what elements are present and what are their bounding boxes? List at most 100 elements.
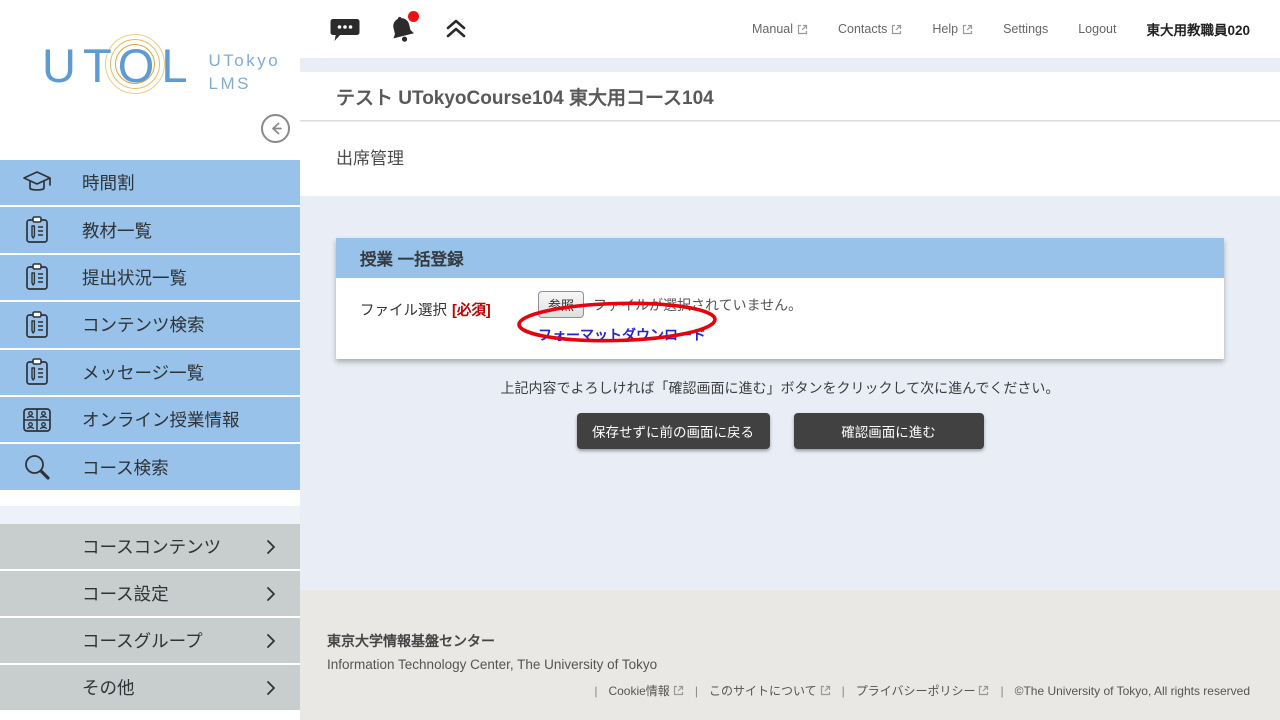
sidebar: UTOL UTokyo LMS 時間割 教材一覧 提出状況一覧 <box>0 0 300 720</box>
settings-link-label: Settings <box>1003 22 1048 36</box>
materials-list-icon <box>19 215 55 245</box>
utol-logo[interactable]: UTOL UTokyo LMS <box>42 42 280 96</box>
logo-subtitle: UTokyo LMS <box>209 50 281 96</box>
sidebar-item-course-search[interactable]: コース検索 <box>0 444 300 491</box>
sidebar-item-others[interactable]: その他 <box>0 665 300 712</box>
external-link-icon <box>962 24 973 35</box>
external-link-icon <box>978 685 989 696</box>
chevron-right-icon <box>266 586 276 602</box>
footer-separator: | <box>1000 684 1003 698</box>
contacts-link-label: Contacts <box>838 22 887 36</box>
sidebar-item-content-search[interactable]: コンテンツ検索 <box>0 302 300 349</box>
logo-text: UTOL <box>42 42 195 89</box>
chevron-right-icon <box>266 539 276 555</box>
file-select-label: ファイル選択 [必須] <box>360 291 538 345</box>
topbar: Manual Contacts Help Settings Logout 東大用… <box>300 0 1280 58</box>
copyright-text: ©The University of Tokyo, All rights res… <box>1015 684 1250 698</box>
sidebar-item-messages[interactable]: メッセージ一覧 <box>0 350 300 397</box>
logout-link[interactable]: Logout <box>1078 22 1116 36</box>
sidebar-item-timetable[interactable]: 時間割 <box>0 160 300 207</box>
sidebar-item-label: コース検索 <box>82 455 169 480</box>
file-select-label-text: ファイル選択 <box>360 303 447 319</box>
sidebar-item-label: 提出状況一覧 <box>82 265 187 290</box>
chevron-right-icon <box>266 633 276 649</box>
sidebar-section-divider <box>0 506 300 524</box>
arrow-left-icon <box>268 121 283 136</box>
course-search-icon <box>19 452 55 482</box>
logo-subtitle-line1: UTokyo <box>209 51 281 70</box>
graduation-cap-icon <box>19 169 55 197</box>
contacts-link[interactable]: Contacts <box>838 22 902 36</box>
back-without-saving-button[interactable]: 保存せずに前の画面に戻る <box>577 413 770 449</box>
no-file-selected-text: ファイルが選択されていません。 <box>593 295 802 315</box>
external-link-icon <box>820 685 831 696</box>
about-site-link[interactable]: このサイトについて <box>709 682 831 699</box>
sidebar-item-course-contents[interactable]: コースコンテンツ <box>0 524 300 571</box>
collapse-topbar-button[interactable] <box>444 18 468 40</box>
section-title-bar: 出席管理 <box>300 122 1280 196</box>
proceed-to-confirm-button[interactable]: 確認画面に進む <box>794 413 984 449</box>
course-title-bar: テスト UTokyoCourse104 東大用コース104 <box>300 72 1280 121</box>
help-link-label: Help <box>932 22 958 36</box>
footer: 東京大学情報基盤センター Information Technology Cent… <box>300 590 1280 720</box>
course-title: テスト UTokyoCourse104 東大用コース104 <box>336 83 714 110</box>
footer-separator: | <box>842 684 845 698</box>
sidebar-item-online-class[interactable]: オンライン授業情報 <box>0 397 300 444</box>
format-download-link[interactable]: フォーマットダウンロード <box>538 325 706 345</box>
sidebar-course-menu: コースコンテンツ コース設定 コースグループ その他 <box>0 524 300 712</box>
sidebar-item-label: コース設定 <box>82 581 266 606</box>
sidebar-item-label: コースグループ <box>82 628 266 653</box>
sidebar-item-label: 時間割 <box>82 170 135 195</box>
submission-status-icon <box>19 262 55 292</box>
content-search-icon <box>19 310 55 340</box>
sidebar-item-submission-status[interactable]: 提出状況一覧 <box>0 255 300 302</box>
bulk-registration-panel: 授業 一括登録 ファイル選択 [必須] 参照 ファイルが選択されていません。 フォ… <box>336 238 1224 359</box>
sidebar-item-label: コースコンテンツ <box>82 534 266 559</box>
privacy-policy-link-label: プライバシーポリシー <box>856 682 976 699</box>
sidebar-item-label: オンライン授業情報 <box>82 407 240 432</box>
file-input-zone: 参照 ファイルが選択されていません。 フォーマットダウンロード <box>538 291 802 345</box>
page-title: 出席管理 <box>336 149 404 168</box>
required-badge: [必須] <box>452 303 491 319</box>
external-link-icon <box>673 685 684 696</box>
sidebar-item-course-settings[interactable]: コース設定 <box>0 571 300 618</box>
chat-bubble-icon <box>330 16 360 43</box>
footer-separator: | <box>594 684 597 698</box>
footer-org-en: Information Technology Center, The Unive… <box>327 657 1250 672</box>
notifications-button[interactable] <box>386 14 418 44</box>
sidebar-item-label: メッセージ一覧 <box>82 360 204 385</box>
panel-header: 授業 一括登録 <box>336 238 1224 278</box>
settings-link[interactable]: Settings <box>1003 22 1048 36</box>
cookie-info-link[interactable]: Cookie情報 <box>608 682 683 699</box>
external-link-icon <box>797 24 808 35</box>
manual-link[interactable]: Manual <box>752 22 808 36</box>
about-site-link-label: このサイトについて <box>709 682 817 699</box>
manual-link-label: Manual <box>752 22 793 36</box>
online-class-icon <box>19 406 55 434</box>
help-link[interactable]: Help <box>932 22 973 36</box>
external-link-icon <box>891 24 902 35</box>
sidebar-collapse-button[interactable] <box>261 114 290 143</box>
footer-org-ja: 東京大学情報基盤センター <box>327 631 1250 651</box>
sidebar-item-label: その他 <box>82 675 266 700</box>
confirm-instruction-text: 上記内容でよろしければ「確認画面に進む」ボタンをクリックして次に進んでください。 <box>336 378 1224 398</box>
action-buttons-row: 保存せずに前の画面に戻る 確認画面に進む <box>336 413 1224 449</box>
browse-file-button[interactable]: 参照 <box>538 291 584 318</box>
logout-link-label: Logout <box>1078 22 1116 36</box>
footer-separator: | <box>695 684 698 698</box>
sidebar-item-materials[interactable]: 教材一覧 <box>0 207 300 254</box>
sidebar-main-menu: 時間割 教材一覧 提出状況一覧 コンテンツ検索 メッセージ一覧 <box>0 160 300 492</box>
double-chevron-up-icon <box>444 18 468 40</box>
footer-links-row: | Cookie情報 | このサイトについて | プライバシーポリシー | ©T… <box>327 682 1250 699</box>
logo-subtitle-line2: LMS <box>209 74 251 93</box>
messages-button[interactable] <box>330 16 360 43</box>
privacy-policy-link[interactable]: プライバシーポリシー <box>856 682 990 699</box>
panel-header-title: 授業 一括登録 <box>360 246 464 270</box>
sidebar-item-label: 教材一覧 <box>82 218 152 243</box>
notification-dot <box>408 11 419 22</box>
current-user-label[interactable]: 東大用教職員020 <box>1146 19 1250 39</box>
sidebar-item-course-group[interactable]: コースグループ <box>0 618 300 665</box>
cookie-info-link-label: Cookie情報 <box>608 682 669 699</box>
panel-body: ファイル選択 [必須] 参照 ファイルが選択されていません。 フォーマットダウンロ… <box>336 278 1224 359</box>
message-list-icon <box>19 357 55 387</box>
